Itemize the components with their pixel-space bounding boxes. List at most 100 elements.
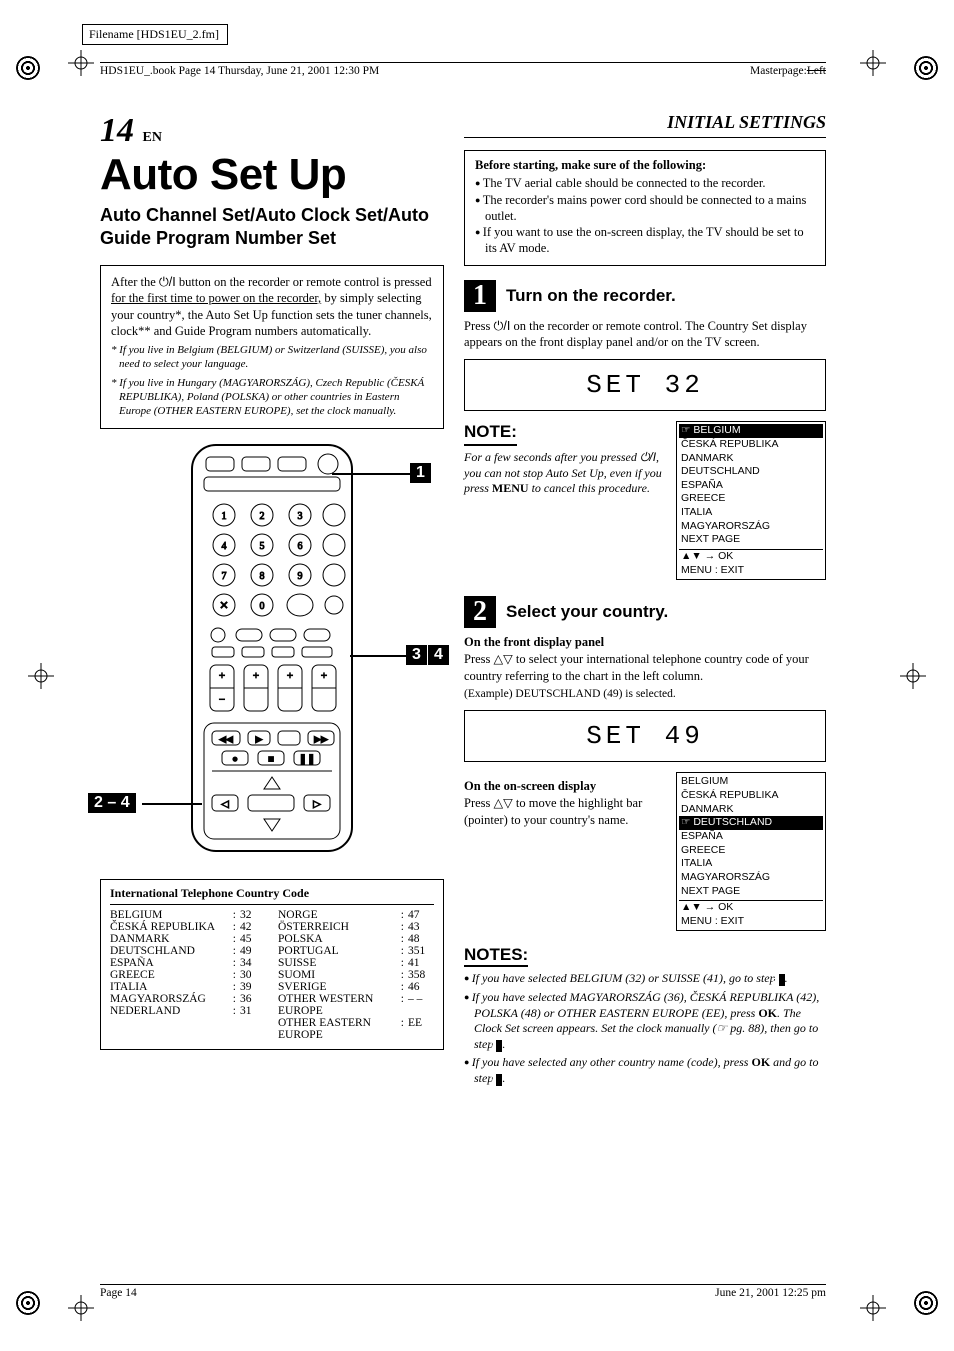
osd-item: NEXT PAGE	[679, 885, 823, 899]
osd-item: ČESKÁ REPUBLIKA	[679, 438, 823, 452]
country-row: DANMARK:45	[110, 933, 266, 945]
osd-item: ESPAÑA	[679, 830, 823, 844]
osd-item: BELGIUM	[679, 775, 823, 789]
svg-text:▶▶: ▶▶	[314, 734, 328, 744]
callout-1: 1	[410, 463, 431, 483]
before-item: The recorder's mains power cord should b…	[475, 192, 815, 225]
crop-target-icon	[16, 56, 40, 80]
step-number-1: 1	[464, 280, 496, 312]
power-icon: ⏻/I	[159, 275, 176, 289]
osd-item: DANMARK	[679, 452, 823, 466]
svg-text:7: 7	[222, 571, 227, 582]
osd-item: GREECE	[679, 844, 823, 858]
svg-text:▷: ▷	[313, 799, 321, 810]
svg-text:0: 0	[260, 601, 265, 612]
svg-text:+: +	[253, 670, 259, 682]
note-item: If you have selected any other country n…	[464, 1055, 826, 1086]
country-row: ČESKÁ REPUBLIKA:42	[110, 921, 266, 933]
osd-item: ITALIA	[679, 857, 823, 871]
svg-text:+: +	[321, 670, 327, 682]
remote-control-figure: 1 3 4 2 – 4 1 2 3	[100, 443, 444, 873]
step-title-2: Select your country.	[506, 602, 668, 622]
on-screen-display: BELGIUMČESKÁ REPUBLIKADANMARKDEUTSCHLAND…	[676, 772, 826, 931]
osd-item: ČESKÁ REPUBLIKA	[679, 789, 823, 803]
country-row: SVERIGE:46	[278, 981, 434, 993]
country-row: SUOMI:358	[278, 969, 434, 981]
crop-mark-icon	[68, 50, 94, 76]
osd-item: GREECE	[679, 492, 823, 506]
step-title-1: Turn on the recorder.	[506, 286, 676, 306]
svg-text:+: +	[219, 670, 225, 682]
svg-text:6: 6	[298, 541, 303, 552]
before-item: The TV aerial cable should be connected …	[475, 175, 815, 191]
front-display-panel: SET 49	[464, 710, 826, 762]
country-row: NEDERLAND:31	[110, 1005, 266, 1017]
svg-text:▶: ▶	[256, 734, 263, 744]
osd-item: ESPAÑA	[679, 479, 823, 493]
country-row: ESPAÑA:34	[110, 957, 266, 969]
page-number: 14 EN	[100, 112, 162, 149]
on-screen-display: BELGIUMČESKÁ REPUBLIKADANMARKDEUTSCHLAND…	[676, 421, 826, 580]
note-item: If you have selected BELGIUM (32) or SUI…	[464, 971, 826, 987]
svg-text:1: 1	[222, 511, 227, 522]
notes-label: NOTES:	[464, 945, 528, 967]
country-code-table: International Telephone Country Code BEL…	[100, 879, 444, 1050]
bookline: HDS1EU_.book Page 14 Thursday, June 21, …	[100, 65, 379, 77]
country-row: ÖSTERREICH:43	[278, 921, 434, 933]
osd-item: ITALIA	[679, 506, 823, 520]
section-heading: INITIAL SETTINGS	[667, 112, 826, 133]
country-row: BELGIUM:32	[110, 909, 266, 921]
osd-item: DEUTSCHLAND	[679, 465, 823, 479]
power-icon: ⏻/I	[640, 450, 656, 464]
front-display-panel: SET 32	[464, 359, 826, 411]
footer-date: June 21, 2001 12:25 pm	[715, 1287, 826, 1299]
note-body: For a few seconds after you pressed ⏻/I,…	[464, 450, 666, 497]
svg-text:4: 4	[222, 541, 227, 552]
country-row: NORGE:47	[278, 909, 434, 921]
country-row: OTHER WESTERN EUROPE:– –	[278, 993, 434, 1017]
panel-heading: On the front display panel	[464, 634, 826, 651]
country-row: POLSKA:48	[278, 933, 434, 945]
svg-text:✕: ✕	[219, 600, 228, 612]
step-number-2: 2	[464, 596, 496, 628]
svg-text:3: 3	[298, 511, 303, 522]
osd-heading: On the on-screen display	[464, 778, 666, 795]
svg-text:❚❚: ❚❚	[299, 754, 316, 765]
svg-text:+: +	[287, 670, 293, 682]
power-icon: ⏻/I	[494, 319, 511, 333]
filename-label: Filename [HDS1EU_2.fm]	[82, 24, 228, 45]
svg-text:■: ■	[268, 754, 274, 765]
svg-text:●: ●	[232, 754, 238, 765]
note-label: NOTE:	[464, 421, 517, 446]
country-row: OTHER EASTERN EUROPE:EE	[278, 1017, 434, 1041]
footer-page: Page 14	[100, 1287, 137, 1299]
masterpage-label: Masterpage:Left	[750, 65, 826, 77]
osd-footer: ▲▼ → OK	[679, 549, 823, 564]
crop-mark-icon	[68, 1295, 94, 1321]
osd-item: MAGYARORSZÁG	[679, 520, 823, 534]
osd-item: BELGIUM	[679, 424, 823, 438]
osd-item: NEXT PAGE	[679, 533, 823, 547]
osd-footer: ▲▼ → OK	[679, 900, 823, 915]
before-starting-box: Before starting, make sure of the follow…	[464, 150, 826, 266]
before-item: If you want to use the on-screen display…	[475, 224, 815, 257]
country-row: SUISSE:41	[278, 957, 434, 969]
page-subtitle: Auto Channel Set/Auto Clock Set/Auto Gui…	[100, 204, 444, 249]
crop-mark-icon	[900, 663, 926, 689]
country-row: MAGYARORSZÁG:36	[110, 993, 266, 1005]
osd-item: DEUTSCHLAND	[679, 816, 823, 830]
country-row: DEUTSCHLAND:49	[110, 945, 266, 957]
osd-footer: MENU : EXIT	[679, 564, 823, 578]
remote-control-icon: 1 2 3 4 5 6 7 8 9 ✕ 0	[182, 443, 362, 853]
osd-item: MAGYARORSZÁG	[679, 871, 823, 885]
notes-list: If you have selected BELGIUM (32) or SUI…	[464, 971, 826, 1086]
country-row: PORTUGAL:351	[278, 945, 434, 957]
callout-2-4: 2 – 4	[88, 793, 136, 813]
osd-footer: MENU : EXIT	[679, 915, 823, 929]
svg-text:5: 5	[260, 541, 265, 552]
page-title: Auto Set Up	[100, 150, 444, 200]
callout-3: 3	[406, 645, 427, 665]
crop-target-icon	[914, 1291, 938, 1315]
svg-text:2: 2	[260, 511, 265, 522]
svg-text:8: 8	[260, 571, 265, 582]
